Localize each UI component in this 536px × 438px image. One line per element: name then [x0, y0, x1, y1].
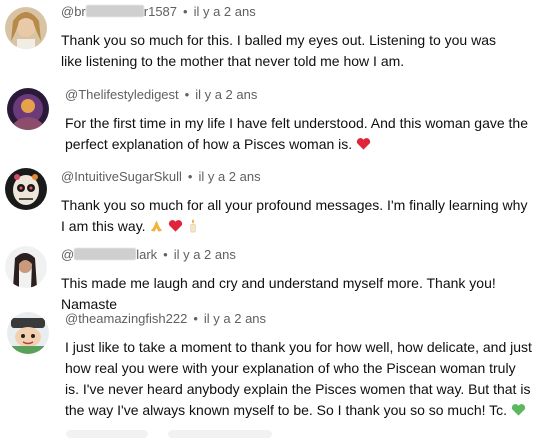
- heart-emoji: [356, 136, 371, 157]
- heart-emoji: [168, 218, 183, 239]
- separator-dot: •: [184, 87, 190, 102]
- separator-dot: •: [187, 169, 193, 184]
- avatar-photo-icon: [7, 88, 49, 130]
- author-name[interactable]: @ lark: [61, 247, 157, 262]
- comment-text: Thank you so much for all your profound …: [61, 195, 531, 239]
- separator-dot: •: [193, 311, 198, 326]
- avatar[interactable]: [5, 7, 47, 49]
- green-heart-emoji: [511, 402, 526, 423]
- avatar[interactable]: [7, 312, 49, 354]
- comment-header: @theamazingfish222 • il y a 2 ans: [65, 310, 266, 328]
- folded-hands-emoji: [149, 218, 164, 239]
- comment-text: For the first time in my life I have fel…: [65, 113, 533, 157]
- timestamp[interactable]: il y a 2 ans: [204, 311, 266, 326]
- timestamp[interactable]: il y a 2 ans: [195, 87, 257, 102]
- comment-text: I just like to take a moment to thank yo…: [65, 337, 533, 423]
- timestamp[interactable]: il y a 2 ans: [194, 4, 256, 19]
- avatar-photo-icon: [5, 246, 47, 288]
- avatar[interactable]: [7, 88, 49, 130]
- separator-dot: •: [163, 247, 168, 262]
- comment-text: Thank you so much for this. I balled my …: [61, 32, 496, 69]
- avatar-photo-icon: [5, 7, 47, 49]
- avatar[interactable]: [5, 168, 47, 210]
- avatar[interactable]: [5, 246, 47, 288]
- candle-emoji: [187, 218, 199, 239]
- author-name[interactable]: @br r1587: [61, 4, 177, 19]
- comment-header: @ lark • il y a 2 ans: [61, 246, 236, 264]
- author-name[interactable]: @Thelifestyledigest: [65, 87, 179, 102]
- author-name[interactable]: @theamazingfish222: [65, 311, 187, 326]
- avatar-photo-icon: [7, 312, 49, 354]
- comment-header: @IntuitiveSugarSkull • il y a 2 ans: [61, 168, 261, 186]
- blurred-username: [85, 5, 144, 17]
- separator-dot: •: [183, 4, 188, 19]
- comment-header: @Thelifestyledigest • il y a 2 ans: [65, 86, 257, 104]
- comment-header: @br r1587 • il y a 2 ans: [61, 3, 256, 21]
- blurred-username: [74, 248, 137, 260]
- author-name[interactable]: @IntuitiveSugarSkull: [61, 169, 182, 184]
- timestamp[interactable]: il y a 2 ans: [198, 169, 260, 184]
- comment-text: This made me laugh and cry and understan…: [61, 275, 496, 312]
- timestamp[interactable]: il y a 2 ans: [174, 247, 236, 262]
- avatar-photo-icon: [5, 168, 47, 210]
